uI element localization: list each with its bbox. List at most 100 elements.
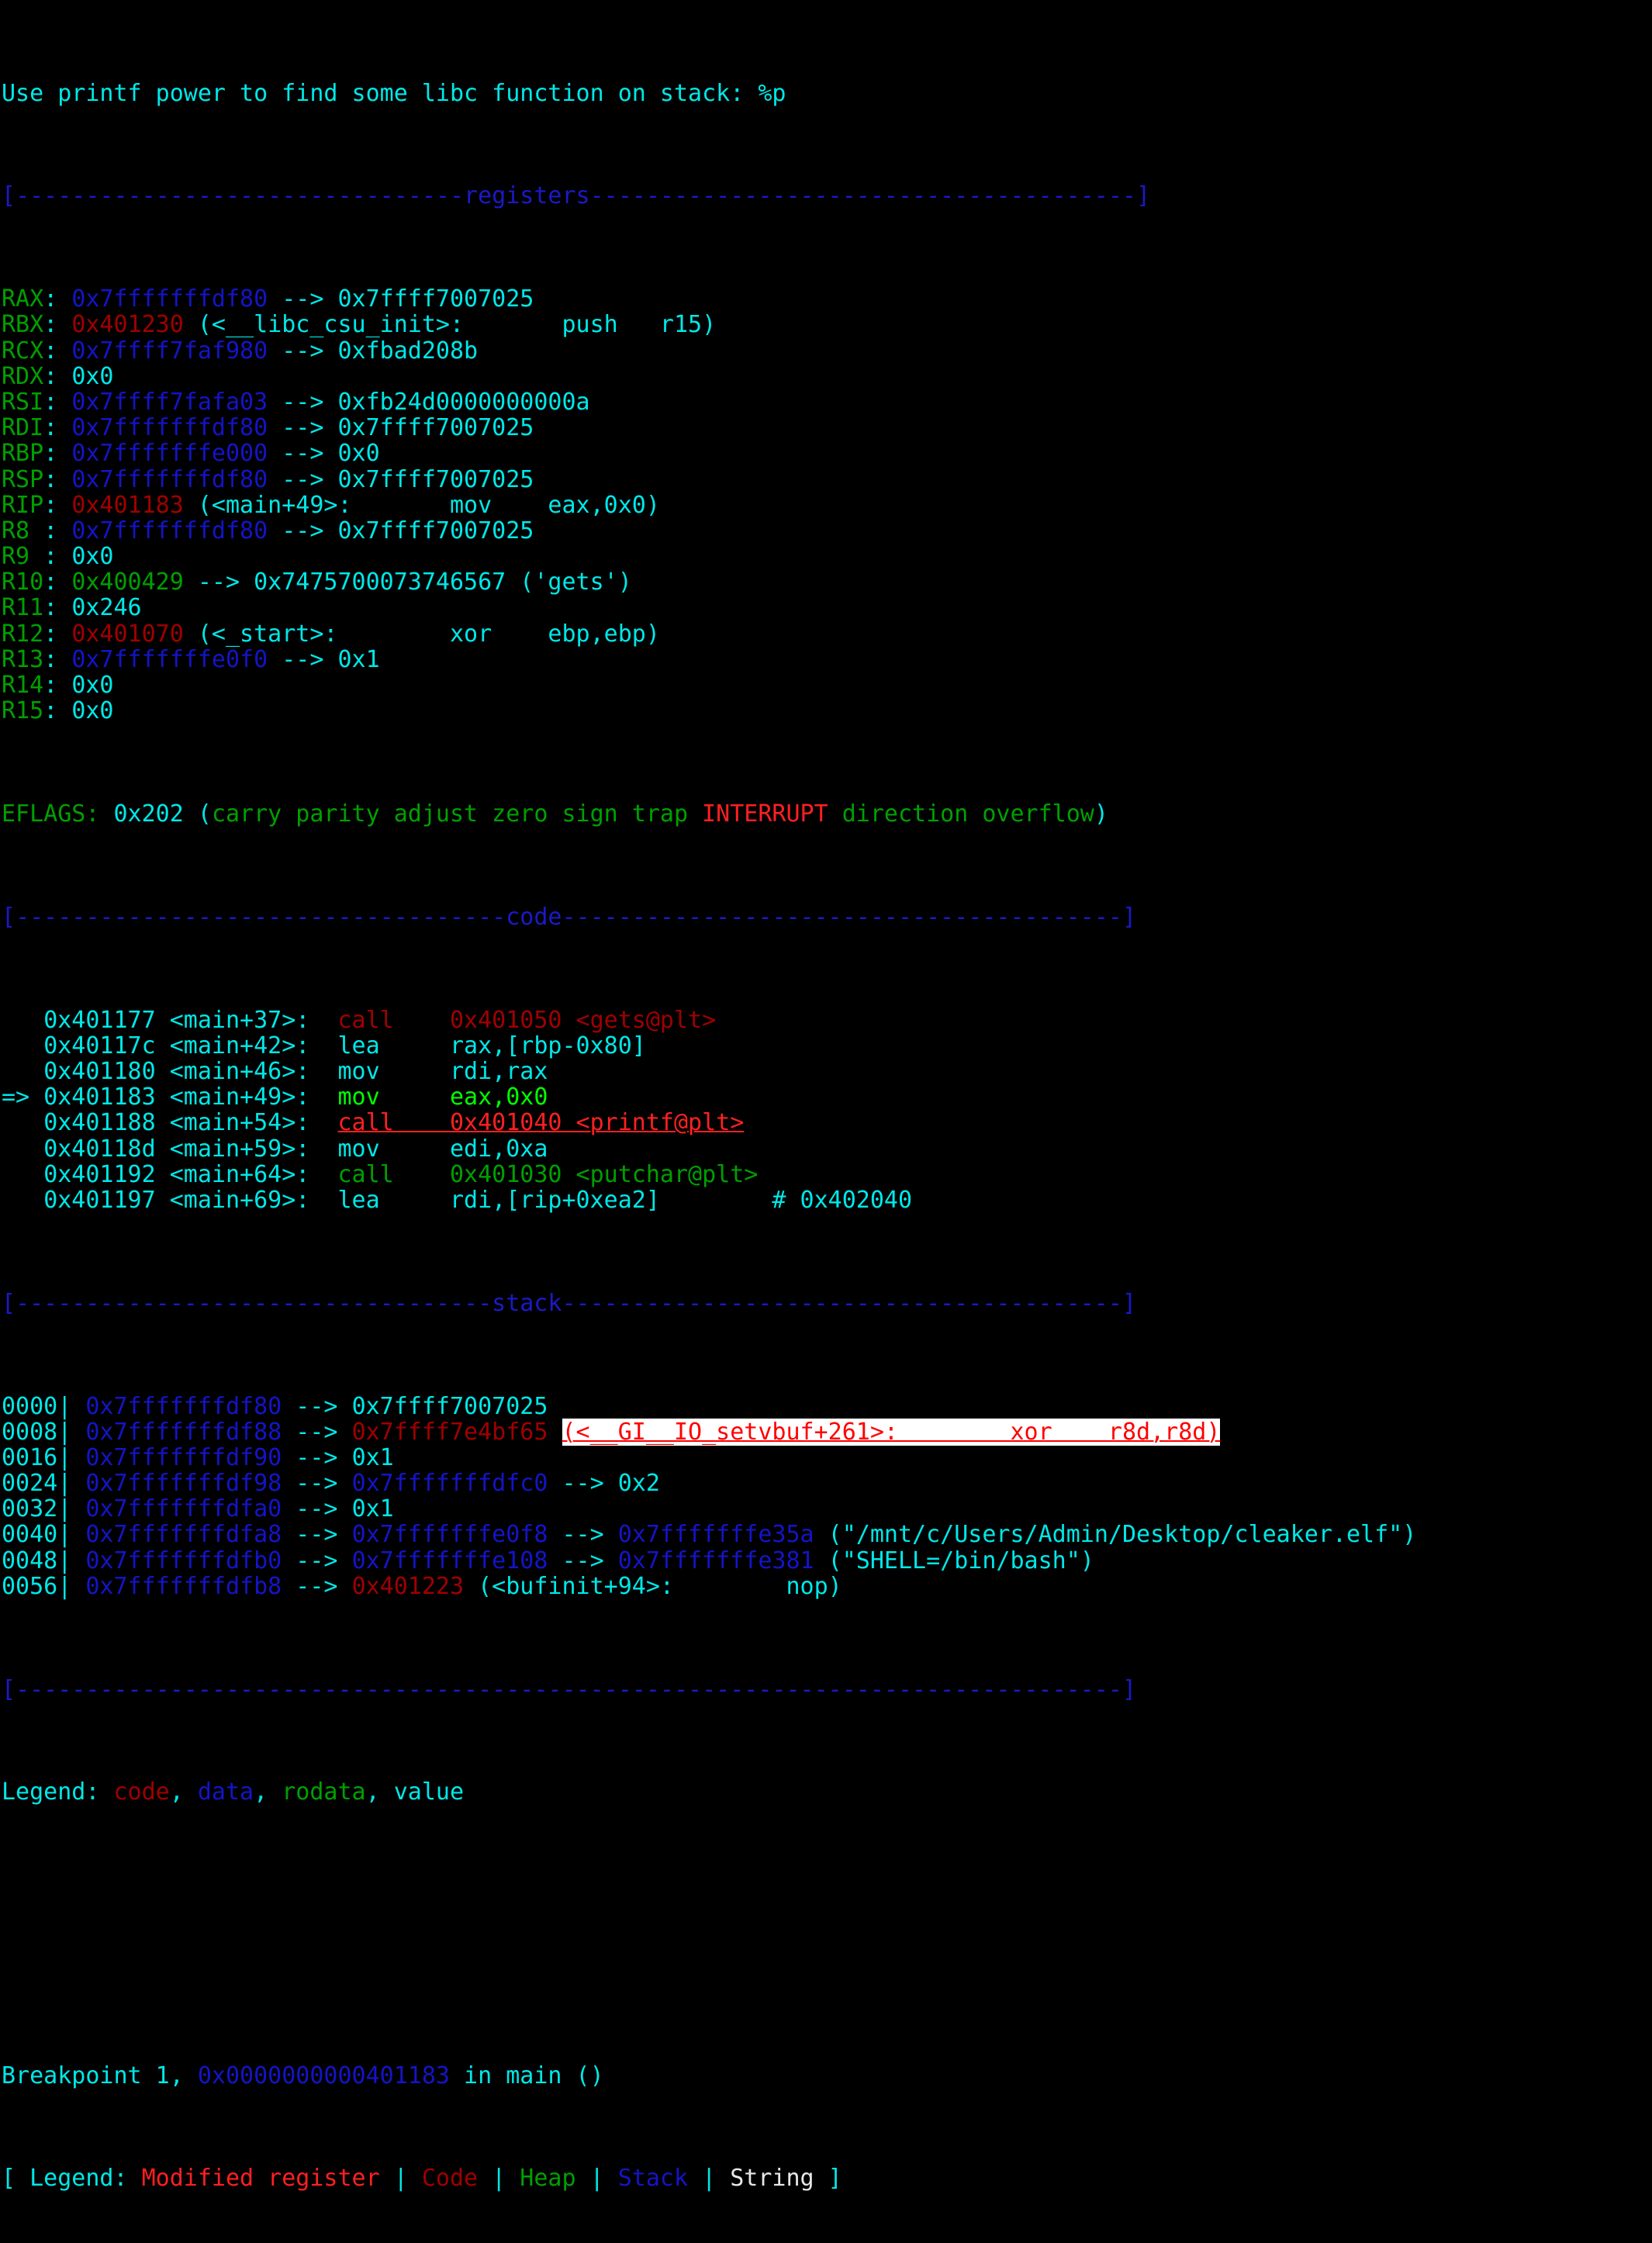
register-arrow: --> (268, 440, 337, 467)
bottom-separator: [---------------------------------------… (2, 1677, 1652, 1702)
register-pointer: 0x7fffffffdf80 (71, 285, 268, 313)
register-value: 0xfb24d0000000000a (338, 389, 590, 416)
register-pointer: 0x7fffffffe0f0 (71, 646, 268, 673)
register-colon: : (43, 440, 71, 467)
stack-part: 0x7fffffffe108 (352, 1547, 548, 1574)
stack-separator-bar: | (57, 1393, 71, 1420)
register-pointer: 0x401183 (71, 492, 184, 519)
register-pointer: 0x7fffffffe000 (71, 440, 268, 467)
register-name: R9 (2, 543, 43, 570)
stack-section: 0000| 0x7fffffffdf80 --> 0x7ffff70070250… (2, 1394, 1652, 1600)
stack-offset: 0056 (2, 1573, 57, 1600)
register-name: R12 (2, 620, 43, 648)
eflags-label: EFLAGS: (2, 800, 99, 828)
register-name: RSP (2, 466, 43, 493)
code-row: 0x40117c <main+42>: lea rax,[rbp-0x80] (2, 1033, 1652, 1059)
terminal-output: Use printf power to find some libc funct… (0, 0, 1652, 2243)
register-arrow: --> (268, 337, 337, 365)
stack-part: 0x7fffffffdf98 (85, 1470, 282, 1497)
register-value: 0x7ffff7007025 (338, 285, 534, 313)
code-instruction: call 0x401040 <printf@plt> (337, 1109, 744, 1136)
code-instruction: mov eax,0x0 (337, 1083, 548, 1111)
register-colon: : (43, 414, 71, 441)
blank-line (2, 1960, 1652, 1986)
legend-item: code (114, 1778, 170, 1806)
bottom-legend-label: Legend: (29, 2165, 142, 2192)
stack-part: --> (282, 1521, 351, 1548)
register-arrow: --> (268, 389, 337, 416)
register-row: RSP: 0x7fffffffdf80 --> 0x7ffff7007025 (2, 467, 1652, 492)
stack-gap (71, 1547, 85, 1574)
sep-dashes-right: ---------------------------------------- (562, 904, 1121, 931)
stack-row: 0024| 0x7fffffffdf98 --> 0x7fffffffdfc0 … (2, 1471, 1652, 1496)
stack-gap (71, 1393, 85, 1420)
register-name: R10 (2, 569, 43, 596)
register-value: 0x7ffff7007025 (338, 466, 534, 493)
stack-row: 0032| 0x7fffffffdfa0 --> 0x1 (2, 1496, 1652, 1522)
sep-label-code: code (506, 904, 562, 931)
register-colon: : (43, 363, 71, 390)
stack-offset: 0032 (2, 1495, 57, 1522)
stack-part: --> (548, 1470, 617, 1497)
register-pointer: 0x7fffffffdf80 (71, 466, 268, 493)
code-address: 0x401177 <main+37>: (43, 1007, 309, 1034)
code-address: 0x401197 <main+69>: (43, 1187, 309, 1214)
code-row-current: => 0x401183 <main+49>: mov eax,0x0 (2, 1084, 1652, 1110)
register-arrow: --> (268, 414, 337, 441)
stack-part: 0x7fffffffdfb8 (85, 1573, 282, 1600)
stack-gap (71, 1419, 85, 1446)
stack-part: --> (282, 1495, 351, 1522)
stack-separator-bar: | (57, 1521, 71, 1548)
code-gap (309, 1058, 337, 1085)
register-colon: : (43, 543, 71, 570)
sep-prefix: [ (2, 1676, 16, 1703)
register-row: R13: 0x7fffffffe0f0 --> 0x1 (2, 647, 1652, 672)
sep-suffix: ] (1122, 1676, 1136, 1703)
bottom-legend-sep: | (576, 2165, 618, 2192)
sep-dashes-right: ---------------------------------------- (562, 1290, 1121, 1317)
register-pointer: 0x7ffff7faf980 (71, 337, 268, 365)
stack-separator-bar: | (57, 1495, 71, 1522)
bottom-legend-item: Heap (520, 2165, 575, 2192)
code-address: 0x40117c <main+42>: (43, 1032, 309, 1059)
sep-label-stack: stack (492, 1290, 562, 1317)
register-name: R11 (2, 594, 43, 621)
register-row: RIP: 0x401183 (<main+49>: mov eax,0x0) (2, 492, 1652, 518)
code-instruction: lea rdi,[rip+0xea2] # 0x402040 (337, 1187, 912, 1214)
register-name: R14 (2, 672, 43, 699)
register-name: R13 (2, 646, 43, 673)
stack-part: 0x7fffffffdfc0 (352, 1470, 548, 1497)
code-instruction: mov rdi,rax (337, 1058, 548, 1085)
register-row: RDI: 0x7fffffffdf80 --> 0x7ffff7007025 (2, 415, 1652, 441)
register-colon: : (43, 697, 71, 724)
stack-part: 0x7fffffffe0f8 (352, 1521, 548, 1548)
legend-line: Legend: code, data, rodata, value (2, 1779, 1652, 1805)
stack-row: 0000| 0x7fffffffdf80 --> 0x7ffff7007025 (2, 1394, 1652, 1419)
code-instruction: call 0x401030 <putchar@plt> (337, 1161, 758, 1188)
code-row: 0x40118d <main+59>: mov edi,0xa (2, 1136, 1652, 1162)
stack-offset: 0008 (2, 1419, 57, 1446)
code-address: 0x401192 <main+64>: (43, 1161, 309, 1188)
eflags-flag-interrupt: INTERRUPT (702, 800, 828, 828)
stack-gap (71, 1470, 85, 1497)
register-name: RBX (2, 311, 43, 338)
eflags-value: 0x202 (114, 800, 184, 828)
prompt-output-line: Use printf power to find some libc funct… (2, 81, 1652, 106)
register-name: R8 (2, 517, 43, 544)
register-name: RDX (2, 363, 43, 390)
code-address: 0x401188 <main+54>: (43, 1109, 309, 1136)
stack-row: 0016| 0x7fffffffdf90 --> 0x1 (2, 1445, 1652, 1471)
code-marker (2, 1135, 43, 1163)
code-gap (309, 1135, 337, 1163)
sep-suffix: ] (1136, 182, 1150, 209)
register-value: 0x0 (71, 363, 113, 390)
bottom-legend-open: [ (2, 2165, 29, 2192)
stack-highlight: (<__GI__IO_setvbuf+261>: xor r8d,r8d) (562, 1419, 1221, 1446)
code-row: 0x401188 <main+54>: call 0x401040 <print… (2, 1110, 1652, 1135)
register-colon: : (43, 517, 71, 544)
register-colon: : (43, 337, 71, 365)
blank-line (2, 1882, 1652, 1908)
code-marker: => (2, 1083, 43, 1111)
stack-part: 0x1 (352, 1444, 394, 1471)
bottom-legend-line: [ Legend: Modified register | Code | Hea… (2, 2165, 1652, 2191)
